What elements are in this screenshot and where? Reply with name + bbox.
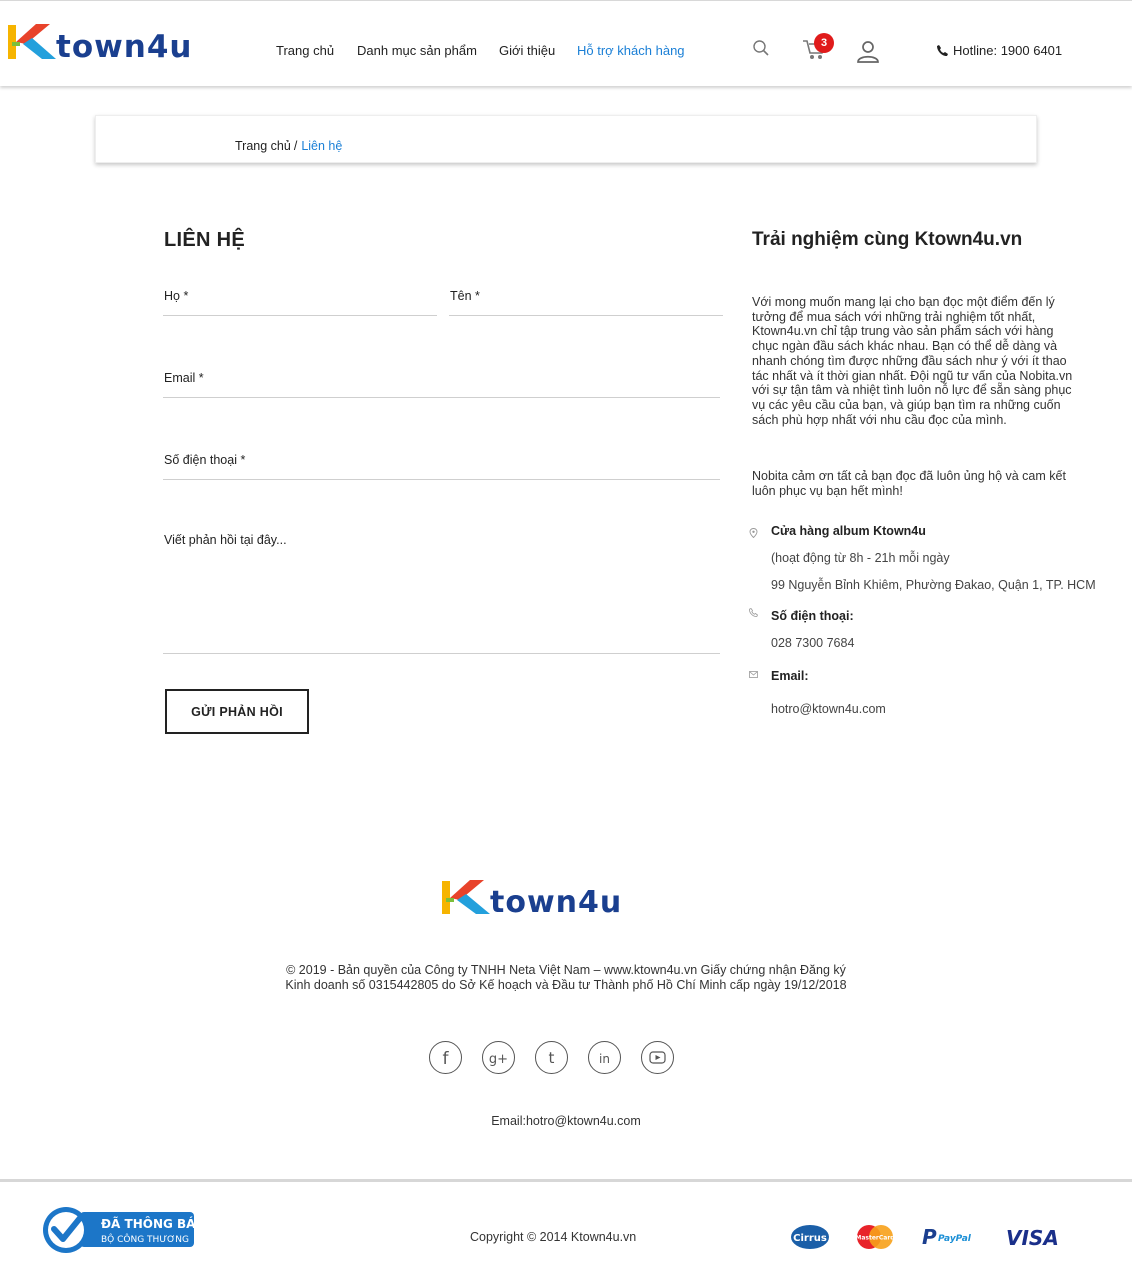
info-paragraph-1: Với mong muốn mang lại cho bạn đọc một đ… xyxy=(752,295,1073,427)
hotline-text: Hotline: 1900 6401 xyxy=(953,43,1063,58)
phone-icon xyxy=(937,45,948,57)
info-email-label: Email: xyxy=(771,669,809,683)
store-label: Cửa hàng album Ktown4u xyxy=(771,524,926,538)
site-header: town4u Trang chủ Danh mục sản phẩm Giới … xyxy=(0,0,1132,86)
message-textarea[interactable] xyxy=(163,653,720,654)
submit-feedback-button[interactable]: GỬI PHẢN HỒI xyxy=(165,689,309,734)
ktown4u-logo[interactable]: town4u xyxy=(6,21,228,63)
breadcrumb-separator: / xyxy=(293,139,298,153)
info-phone-label: Số điện thoại: xyxy=(771,609,854,623)
info-paragraph-2: Nobita cảm ơn tất cả bạn đọc đã luôn ủng… xyxy=(752,469,1066,498)
info-email[interactable]: hotro@ktown4u.com xyxy=(771,702,886,716)
svg-text:PayPal: PayPal xyxy=(938,1234,972,1244)
svg-text:g+: g+ xyxy=(489,1052,508,1067)
first-name-label: Tên * xyxy=(450,289,480,303)
bottom-copyright: Copyright © 2014 Ktown4u.vn xyxy=(470,1230,637,1244)
email-input[interactable] xyxy=(163,397,720,398)
svg-text:MasterCard: MasterCard xyxy=(855,1235,894,1242)
cert-title: ĐÃ THÔNG BÁO xyxy=(101,1216,196,1231)
email-label: Email * xyxy=(164,371,204,385)
message-placeholder[interactable]: Viết phản hồi tại đây... xyxy=(164,533,287,547)
footer-logo[interactable]: town4u xyxy=(440,878,662,918)
breadcrumb-home[interactable]: Trang chủ xyxy=(235,139,291,153)
hotline: Hotline: 1900 6401 xyxy=(936,43,1062,58)
info-phone[interactable]: 028 7300 7684 xyxy=(771,636,854,650)
svg-text:VISA: VISA xyxy=(1006,1226,1059,1250)
svg-text:Cirrus: Cirrus xyxy=(793,1233,827,1244)
youtube-icon[interactable] xyxy=(641,1041,674,1074)
phone-icon xyxy=(749,608,758,617)
svg-text:P: P xyxy=(922,1225,937,1249)
footer-copyright-notice: © 2019 - Bản quyền của Công ty TNHH Neta… xyxy=(285,963,847,992)
info-title: Trải nghiệm cùng Ktown4u.vn xyxy=(752,229,1023,250)
phone-input[interactable] xyxy=(163,479,720,480)
cert-subtitle: BỘ CÔNG THƯƠNG xyxy=(101,1233,189,1245)
cirrus-logo: Cirrus xyxy=(791,1225,829,1249)
breadcrumb: Trang chủ / Liên hệ xyxy=(235,139,342,153)
nav-home[interactable]: Trang chủ xyxy=(276,43,334,58)
phone-label: Số điện thoại * xyxy=(164,453,246,467)
store-address: 99 Nguyễn Bỉnh Khiêm, Phường Đakao, Quận… xyxy=(771,578,1096,592)
nav-categories[interactable]: Danh mục sản phẩm xyxy=(357,43,477,58)
breadcrumb-current[interactable]: Liên hệ xyxy=(301,139,342,153)
google-plus-icon[interactable]: g+ xyxy=(482,1041,515,1074)
first-name-input[interactable] xyxy=(449,315,723,316)
tumblr-icon[interactable]: t xyxy=(535,1041,568,1074)
paypal-logo: P PayPal xyxy=(922,1225,972,1249)
footer-divider xyxy=(0,1179,1132,1182)
svg-text:town4u: town4u xyxy=(490,885,622,918)
footer-email[interactable]: Email:hotro@ktown4u.com xyxy=(0,1114,1132,1128)
svg-text:town4u: town4u xyxy=(56,29,192,63)
svg-text:f: f xyxy=(443,1049,450,1069)
contact-form-title: LIÊN HỆ xyxy=(164,229,245,251)
search-icon[interactable] xyxy=(752,39,770,57)
facebook-icon[interactable]: f xyxy=(429,1041,462,1074)
visa-logo: VISA xyxy=(1006,1226,1059,1250)
nav-about[interactable]: Giới thiệu xyxy=(499,43,555,58)
last-name-label: Họ * xyxy=(164,289,189,303)
mail-icon xyxy=(749,671,758,678)
location-icon xyxy=(749,528,758,538)
linkedin-icon[interactable]: in xyxy=(588,1041,621,1074)
svg-text:in: in xyxy=(599,1052,610,1066)
breadcrumb-bar: Trang chủ / Liên hệ xyxy=(95,115,1037,163)
cart-count-badge: 3 xyxy=(814,33,834,53)
last-name-input[interactable] xyxy=(163,315,437,316)
store-hours: (hoạt động từ 8h - 21h mỗi ngày xyxy=(771,551,950,565)
user-icon[interactable] xyxy=(856,39,880,63)
mastercard-logo: MasterCard xyxy=(855,1225,895,1249)
ministry-notified-badge[interactable]: ĐÃ THÔNG BÁO BỘ CÔNG THƯƠNG xyxy=(40,1206,196,1254)
svg-text:t: t xyxy=(549,1049,555,1067)
nav-support[interactable]: Hỗ trợ khách hàng xyxy=(577,43,685,58)
